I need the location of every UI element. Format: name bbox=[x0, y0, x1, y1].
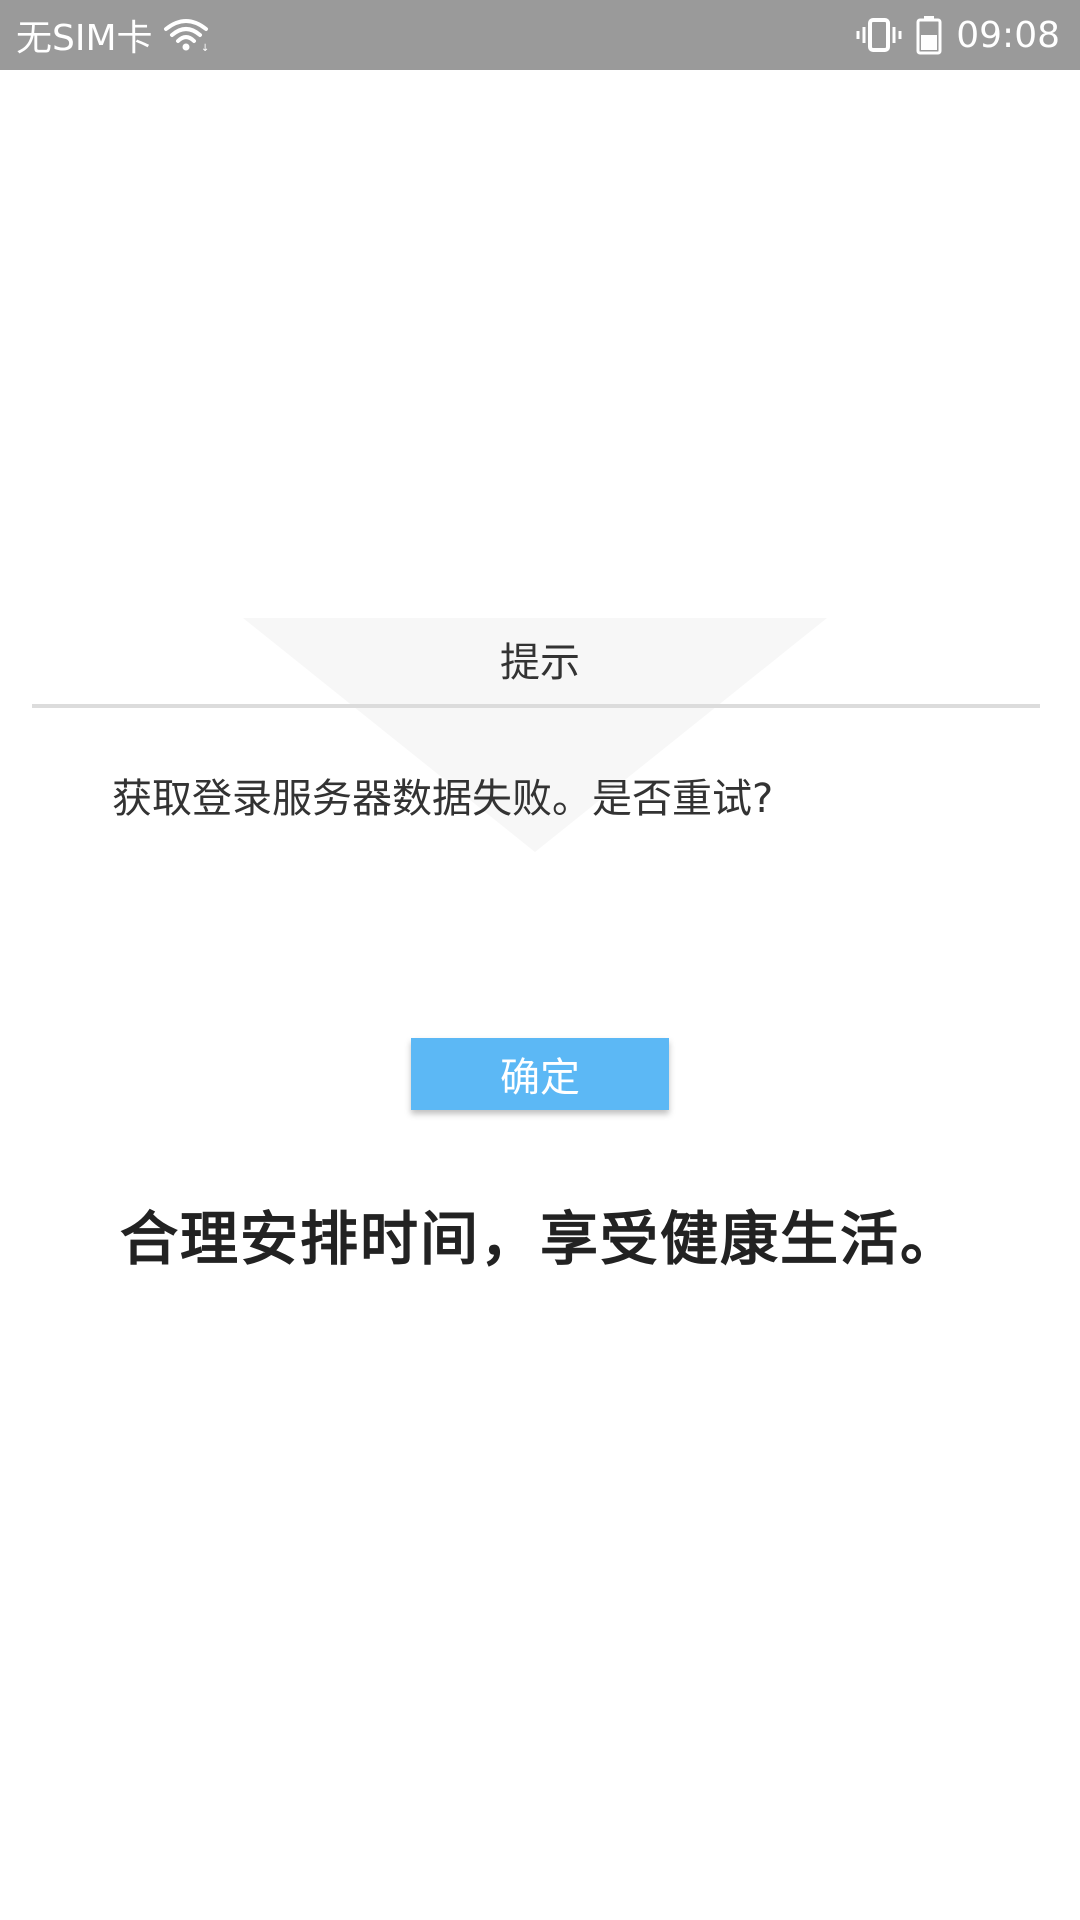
dialog-divider bbox=[32, 704, 1040, 708]
confirm-button[interactable]: 确定 bbox=[411, 1038, 669, 1110]
dialog-message: 获取登录服务器数据失败。是否重试? bbox=[112, 776, 774, 822]
decorative-triangle bbox=[243, 618, 827, 852]
dialog-title: 提示 bbox=[500, 640, 580, 686]
slogan-text: 合理安排时间，享受健康生活。 bbox=[119, 1205, 960, 1273]
